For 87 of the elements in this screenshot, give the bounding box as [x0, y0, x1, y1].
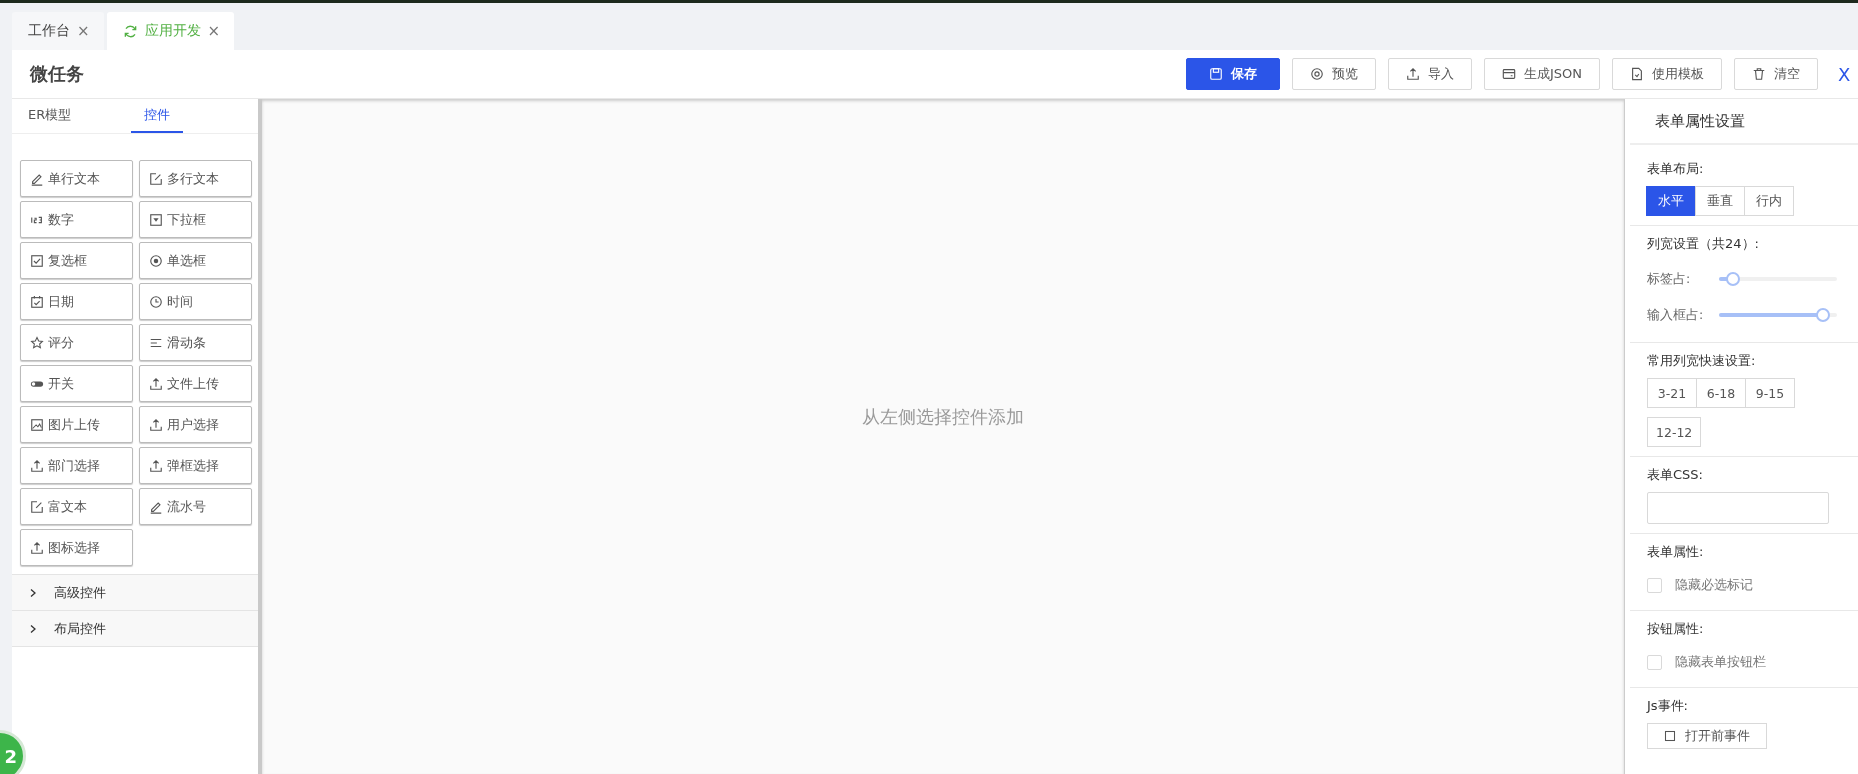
toolbar-button[interactable]: 清空 [1734, 58, 1818, 90]
edit-icon [30, 499, 44, 514]
tab-label: 应用开发 [144, 22, 201, 40]
star-icon [30, 335, 44, 350]
field-label: 常用列宽快速设置: [1647, 352, 1757, 370]
field-label: 按钮属性: [1647, 620, 1705, 638]
widget-button[interactable]: 开关 [20, 365, 133, 402]
widget-button[interactable]: 单行文本 [20, 160, 133, 197]
field-label: 列宽设置（共24）: [1647, 235, 1760, 253]
panel-title: 表单属性设置 [1630, 99, 1858, 145]
close-icon[interactable]: × [77, 22, 90, 40]
dropdown-icon [149, 212, 163, 227]
widget-button[interactable]: 流水号 [139, 488, 252, 525]
event-button[interactable]: 打开前事件 [1647, 723, 1767, 749]
toolbar-button[interactable]: 导入 [1387, 58, 1472, 90]
widget-button[interactable]: 图片上传 [20, 406, 133, 443]
field-label: 表单属性: [1647, 543, 1705, 561]
checkbox-icon [30, 253, 44, 268]
widget-button[interactable]: 单选框 [139, 242, 252, 279]
widget-button[interactable]: 复选框 [20, 242, 133, 279]
date-icon [30, 294, 44, 309]
upload-icon [1405, 67, 1420, 81]
preset-button[interactable]: 6-18 [1696, 378, 1746, 408]
chevron-icon [28, 587, 38, 598]
image-icon [30, 417, 44, 432]
widget-button[interactable]: 数字 [20, 201, 133, 238]
chevron-icon [28, 623, 38, 634]
widget-button[interactable]: 多行文本 [139, 160, 252, 197]
widget-button[interactable]: 部门选择 [20, 447, 133, 484]
toolbar-button[interactable]: 预览 [1291, 58, 1376, 90]
widget-button[interactable]: 文件上传 [139, 365, 252, 402]
slider-thumb[interactable] [1815, 308, 1830, 322]
field-label: 表单布局: [1647, 160, 1705, 178]
checkbox-label: 隐藏表单按钮栏 [1675, 653, 1766, 671]
save-icon [1208, 67, 1223, 81]
checkbox-label: 隐藏必选标记 [1675, 576, 1753, 594]
trash-icon [1752, 67, 1766, 81]
square-icon [1664, 730, 1676, 742]
preset-button[interactable]: 3-21 [1647, 378, 1697, 408]
widget-button[interactable]: 用户选择 [139, 406, 252, 443]
upload-icon [149, 417, 163, 432]
collapse-header[interactable]: 布局控件 [12, 610, 258, 647]
pencil-icon [149, 499, 163, 514]
field-label: Js事件: [1647, 697, 1689, 715]
page-title: 微任务 [30, 62, 84, 86]
close-icon[interactable]: × [207, 22, 221, 40]
widget-button[interactable]: 弹框选择 [139, 447, 252, 484]
widget-button[interactable]: 图标选择 [20, 529, 133, 566]
layout-option[interactable]: 行内 [1744, 186, 1794, 216]
upload-icon [30, 540, 44, 555]
page-tab[interactable]: 工作台 × [12, 12, 104, 50]
css-input[interactable] [1647, 492, 1829, 524]
upload-icon [149, 458, 163, 473]
clock-icon [149, 294, 163, 309]
field-label: 输入框占: [1647, 306, 1705, 324]
collapse-header[interactable]: 高级控件 [12, 574, 258, 610]
panel-tab[interactable]: 控件 [131, 99, 184, 133]
card-icon [1501, 67, 1516, 81]
slider-thumb[interactable] [1726, 272, 1741, 286]
checkbox[interactable] [1647, 577, 1662, 593]
widget-button[interactable]: 富文本 [20, 488, 133, 525]
toolbar-button[interactable]: 生成JSON [1483, 58, 1600, 90]
file-icon [1630, 67, 1644, 81]
widget-button[interactable]: 评分 [20, 324, 133, 361]
edit-icon [149, 171, 163, 186]
layout-option[interactable]: 水平 [1646, 186, 1696, 216]
pencil-icon [30, 171, 44, 186]
close-icon[interactable]: X [1838, 63, 1858, 85]
checkbox[interactable] [1647, 654, 1662, 670]
field-label: 标签占: [1647, 270, 1692, 288]
panel-tab[interactable]: ER模型 [28, 99, 84, 133]
preset-button[interactable]: 9-15 [1745, 378, 1795, 408]
widget-button[interactable]: 滑动条 [139, 324, 252, 361]
page-tab[interactable]: 应用开发 × [106, 12, 235, 50]
upload-icon [149, 376, 163, 391]
field-label: 表单CSS: [1647, 466, 1704, 484]
preset-button[interactable]: 12-12 [1647, 417, 1702, 447]
toolbar-button[interactable]: 保存 [1185, 58, 1280, 90]
widget-button[interactable]: 日期 [20, 283, 133, 320]
empty-hint: 从左侧选择控件添加 [862, 405, 1024, 429]
tab-label: 工作台 [28, 22, 70, 40]
layout-option[interactable]: 垂直 [1695, 186, 1745, 216]
upload-icon [30, 458, 44, 473]
widget-button[interactable]: 下拉框 [139, 201, 252, 238]
toolbar-button[interactable]: 使用模板 [1612, 58, 1722, 90]
radio-icon [149, 253, 163, 268]
widget-button[interactable]: 时间 [139, 283, 252, 320]
